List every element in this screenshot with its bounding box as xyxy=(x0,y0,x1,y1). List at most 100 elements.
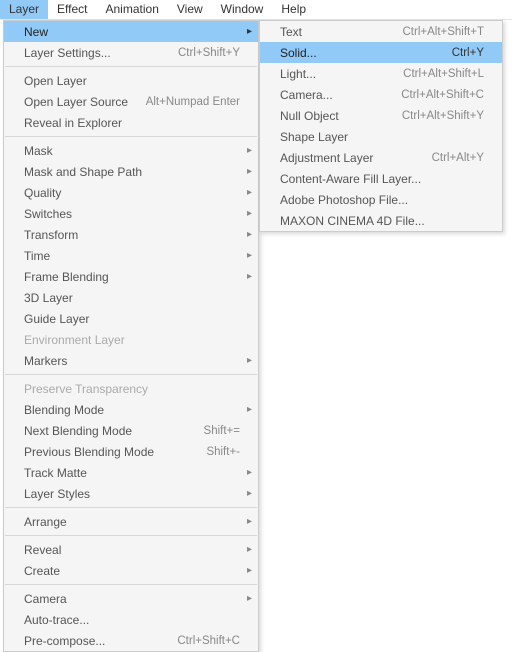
menu-item-label: Auto-trace... xyxy=(24,613,240,627)
menu-item-label: Guide Layer xyxy=(24,312,240,326)
submenu-arrow-icon: ▸ xyxy=(247,404,252,415)
menu-item-auto-trace[interactable]: Auto-trace... xyxy=(4,609,258,630)
menu-item-label: Adobe Photoshop File... xyxy=(280,193,484,207)
menu-item-label: Mask and Shape Path xyxy=(24,165,240,179)
submenu-arrow-icon: ▸ xyxy=(247,488,252,499)
menu-item-solid[interactable]: Solid...Ctrl+Y xyxy=(260,42,502,63)
submenu-arrow-icon: ▸ xyxy=(247,593,252,604)
menu-item-label: Null Object xyxy=(280,109,392,123)
menu-item-environment-layer: Environment Layer xyxy=(4,329,258,350)
submenu-arrow-icon: ▸ xyxy=(247,208,252,219)
layer-menu: New ▸ Layer Settings...Ctrl+Shift+Y Open La… xyxy=(3,20,259,652)
menu-item-shape-layer[interactable]: Shape Layer xyxy=(260,126,502,147)
menu-item-label: Shape Layer xyxy=(280,130,484,144)
menu-item-label: Blending Mode xyxy=(24,403,240,417)
menu-item-switches[interactable]: Switches ▸ xyxy=(4,203,258,224)
menu-item-layer-styles[interactable]: Layer Styles▸ xyxy=(4,483,258,504)
menu-item-shortcut: Ctrl+Y xyxy=(452,47,484,59)
menu-item-reveal[interactable]: Reveal▸ xyxy=(4,539,258,560)
menu-item-label: Text xyxy=(280,25,393,39)
menu-item-shortcut: Ctrl+Alt+Shift+L xyxy=(403,68,484,80)
menubar-item-effect[interactable]: Effect xyxy=(48,0,96,19)
menu-item-mask-and-shape-path[interactable]: Mask and Shape Path ▸ xyxy=(4,161,258,182)
menu-item-label: Preserve Transparency xyxy=(24,382,240,396)
menu-item-blending-mode[interactable]: Blending Mode ▸ xyxy=(4,399,258,420)
submenu-arrow-icon: ▸ xyxy=(247,467,252,478)
new-submenu: TextCtrl+Alt+Shift+TSolid...Ctrl+YLight.… xyxy=(259,20,503,232)
menubar-item-layer[interactable]: Layer xyxy=(0,0,48,19)
menu-item-new[interactable]: New ▸ xyxy=(4,21,258,42)
menu-item-camera[interactable]: Camera...Ctrl+Alt+Shift+C xyxy=(260,84,502,105)
menubar-item-view[interactable]: View xyxy=(168,0,212,19)
menu-item-shortcut: Ctrl+Shift+Y xyxy=(178,47,240,59)
submenu-arrow-icon: ▸ xyxy=(247,544,252,555)
menu-item-label: Open Layer Source xyxy=(24,95,136,109)
menu-item-content-aware-fill-layer[interactable]: Content-Aware Fill Layer... xyxy=(260,168,502,189)
submenu-arrow-icon: ▸ xyxy=(247,166,252,177)
menu-item-transform[interactable]: Transform ▸ xyxy=(4,224,258,245)
menu-item-shortcut: Alt+Numpad Enter xyxy=(146,96,240,108)
menu-item-label: Frame Blending xyxy=(24,270,240,284)
menu-item-label: Arrange xyxy=(24,515,240,529)
menu-item-open-layer-source[interactable]: Open Layer Source Alt+Numpad Enter xyxy=(4,91,258,112)
menu-item-frame-blending[interactable]: Frame Blending ▸ xyxy=(4,266,258,287)
submenu-arrow-icon: ▸ xyxy=(247,355,252,366)
menu-item-label: Track Matte xyxy=(24,466,240,480)
submenu-arrow-icon: ▸ xyxy=(247,565,252,576)
menu-item-label: New xyxy=(24,25,240,39)
menu-item-preserve-transparency: Preserve Transparency xyxy=(4,378,258,399)
menu-item-label: Light... xyxy=(280,67,393,81)
menu-item-label: Switches xyxy=(24,207,240,221)
menu-item-markers[interactable]: Markers▸ xyxy=(4,350,258,371)
submenu-arrow-icon: ▸ xyxy=(247,26,252,37)
menu-item-label: Create xyxy=(24,564,240,578)
menu-separator xyxy=(5,584,257,585)
menu-item-time[interactable]: Time▸ xyxy=(4,245,258,266)
menu-item-create[interactable]: Create ▸ xyxy=(4,560,258,581)
menu-item-label: Adjustment Layer xyxy=(280,151,422,165)
menu-item-text[interactable]: TextCtrl+Alt+Shift+T xyxy=(260,21,502,42)
menu-item-label: Reveal in Explorer xyxy=(24,116,240,130)
submenu-arrow-icon: ▸ xyxy=(247,145,252,156)
menubar-item-help[interactable]: Help xyxy=(272,0,315,19)
menu-item-3d-layer[interactable]: 3D Layer xyxy=(4,287,258,308)
menubar-item-animation[interactable]: Animation xyxy=(97,0,168,19)
menu-item-label: Next Blending Mode xyxy=(24,424,194,438)
menu-item-quality[interactable]: Quality ▸ xyxy=(4,182,258,203)
menu-separator xyxy=(5,507,257,508)
menu-item-label: Mask xyxy=(24,144,240,158)
submenu-arrow-icon: ▸ xyxy=(247,271,252,282)
menu-item-mask[interactable]: Mask ▸ xyxy=(4,140,258,161)
menu-item-track-matte[interactable]: Track Matte ▸ xyxy=(4,462,258,483)
menu-item-previous-blending-mode[interactable]: Previous Blending ModeShift+- xyxy=(4,441,258,462)
submenu-arrow-icon: ▸ xyxy=(247,250,252,261)
menu-item-next-blending-mode[interactable]: Next Blending Mode Shift+= xyxy=(4,420,258,441)
menu-item-null-object[interactable]: Null Object Ctrl+Alt+Shift+Y xyxy=(260,105,502,126)
menu-item-label: Quality xyxy=(24,186,240,200)
submenu-arrow-icon: ▸ xyxy=(247,516,252,527)
menu-item-pre-compose[interactable]: Pre-compose...Ctrl+Shift+C xyxy=(4,630,258,651)
menu-item-open-layer[interactable]: Open Layer xyxy=(4,70,258,91)
menu-item-shortcut: Shift+= xyxy=(204,425,240,437)
menu-item-label: 3D Layer xyxy=(24,291,240,305)
submenu-arrow-icon: ▸ xyxy=(247,229,252,240)
menubar-item-window[interactable]: Window xyxy=(212,0,273,19)
menu-item-layer-settings[interactable]: Layer Settings...Ctrl+Shift+Y xyxy=(4,42,258,63)
menu-separator xyxy=(5,535,257,536)
submenu-arrow-icon: ▸ xyxy=(247,187,252,198)
menu-item-reveal-in-explorer[interactable]: Reveal in Explorer xyxy=(4,112,258,133)
menu-item-adjustment-layer[interactable]: Adjustment LayerCtrl+Alt+Y xyxy=(260,147,502,168)
menu-item-label: Content-Aware Fill Layer... xyxy=(280,172,484,186)
menu-item-camera[interactable]: Camera▸ xyxy=(4,588,258,609)
menu-item-maxon-cinema-4d-file[interactable]: MAXON CINEMA 4D File... xyxy=(260,210,502,231)
menu-item-arrange[interactable]: Arrange ▸ xyxy=(4,511,258,532)
menu-item-shortcut: Ctrl+Alt+Shift+Y xyxy=(402,110,484,122)
menu-item-shortcut: Ctrl+Alt+Shift+C xyxy=(401,89,484,101)
menu-item-light[interactable]: Light... Ctrl+Alt+Shift+L xyxy=(260,63,502,84)
menu-separator xyxy=(5,136,257,137)
menu-item-label: Transform xyxy=(24,228,240,242)
menu-item-adobe-photoshop-file[interactable]: Adobe Photoshop File... xyxy=(260,189,502,210)
menu-item-shortcut: Ctrl+Shift+C xyxy=(177,635,240,647)
menu-item-label: Environment Layer xyxy=(24,333,240,347)
menu-item-guide-layer[interactable]: Guide Layer xyxy=(4,308,258,329)
